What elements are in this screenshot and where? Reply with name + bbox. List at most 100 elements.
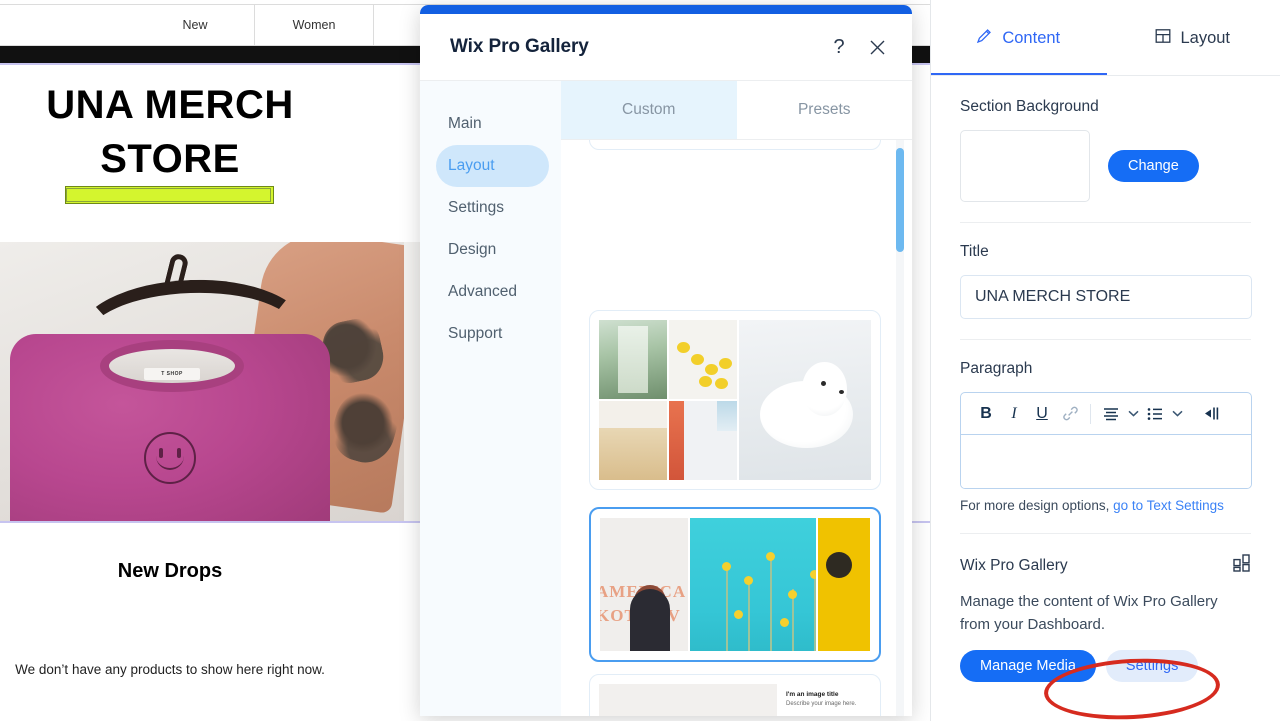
bullet-list-icon[interactable] — [1142, 401, 1168, 427]
dialog-title: Wix Pro Gallery — [450, 36, 589, 57]
thumb-caption-right: I'm an image title Describe your image h… — [786, 690, 880, 709]
layout-card-partial-above[interactable] — [589, 140, 881, 150]
dialog-main: Custom Presets KOT I'm an image title De… — [561, 81, 912, 716]
title-input[interactable]: UNA MERCH STORE — [960, 275, 1252, 319]
section-background-row: Change — [960, 130, 1251, 202]
paragraph-toolbar: B I U — [961, 393, 1251, 435]
layout-card-captioned-collage[interactable]: AMERICA KOT ENV I'm an image title Descr… — [589, 674, 881, 716]
pencil-icon — [976, 27, 993, 49]
nav-item-new[interactable]: New — [136, 4, 255, 46]
align-icon[interactable] — [1098, 401, 1124, 427]
sidebar-item-label: Layout — [448, 157, 495, 174]
title-field-label: Title — [960, 243, 989, 260]
dialog-body: Main Layout Settings Design Advanced Sup… — [420, 81, 912, 716]
sidebar-item-label: Design — [448, 241, 497, 258]
tab-content-label: Content — [1002, 28, 1061, 47]
sidebar-item-design[interactable]: Design — [436, 229, 549, 271]
paragraph-helper-text: For more design options, go to Text Sett… — [960, 498, 1251, 513]
tab-presets[interactable]: Presets — [737, 81, 913, 139]
sidebar-item-settings[interactable]: Settings — [436, 187, 549, 229]
thumb-image-building — [669, 401, 737, 480]
paragraph-textarea[interactable] — [961, 435, 1251, 488]
sidebar-item-main[interactable]: Main — [436, 103, 549, 145]
sidebar-item-label: Main — [448, 115, 482, 132]
thumb-image-america-sign: AMERICA KOT ENV — [600, 518, 688, 651]
paragraph-field-label: Paragraph — [960, 360, 1033, 377]
thumb-image-desert — [599, 401, 667, 480]
tab-custom[interactable]: Custom — [561, 81, 737, 139]
tab-content[interactable]: Content — [931, 0, 1106, 76]
hero-tshirt-photo: T SHOP — [0, 242, 404, 521]
site-hero-title: UNA MERCH STORE — [46, 83, 294, 181]
scrollbar-thumb[interactable] — [896, 148, 904, 252]
sidebar-item-layout[interactable]: Layout — [436, 145, 549, 187]
toolbar-separator-1 — [1090, 403, 1091, 424]
photo-shirt-tag: T SHOP — [144, 368, 200, 380]
dialog-tabs: Custom Presets — [561, 81, 912, 139]
italic-icon[interactable]: I — [1001, 401, 1027, 427]
text-settings-link[interactable]: go to Text Settings — [1113, 498, 1224, 513]
helper-prefix: For more design options, — [960, 498, 1114, 513]
help-icon[interactable]: ? — [824, 32, 854, 62]
divider-3 — [960, 533, 1251, 534]
caption-title: I'm an image title — [786, 691, 839, 698]
wix-pro-gallery-block: Wix Pro Gallery Manage the content of Wi… — [931, 554, 1280, 682]
thumb-image-yellow-flowers — [690, 518, 816, 651]
america-person-body — [630, 589, 670, 651]
link-icon[interactable] — [1057, 401, 1083, 427]
layout-card-grid-mosaic[interactable] — [589, 310, 881, 490]
gallery-settings-button[interactable]: Settings — [1105, 650, 1199, 682]
bold-icon[interactable]: B — [973, 401, 999, 427]
photo-shirt-collar — [100, 340, 244, 392]
panel-tabs: Content Layout — [931, 0, 1280, 76]
close-icon[interactable] — [862, 32, 892, 62]
thumb-grid-mosaic — [599, 320, 871, 480]
tab-layout-label: Layout — [1180, 28, 1231, 47]
thumb-image-america-large: AMERICA KOT ENV — [599, 684, 777, 716]
layout-grid-icon — [1155, 28, 1171, 49]
nav-item-women[interactable]: Women — [255, 4, 374, 46]
section-background-block: Section Background Change — [931, 76, 1280, 202]
screen-root: New Women UNA MERCH STORE T SHOP New Dro… — [0, 0, 1280, 721]
dialog-sidebar: Main Layout Settings Design Advanced Sup… — [420, 81, 561, 716]
wix-pro-gallery-dialog: Wix Pro Gallery ? Main Layout Settings D… — [420, 5, 912, 716]
nav-spacer-left — [0, 4, 136, 46]
dialog-accent-bar — [420, 5, 912, 14]
gallery-header: Wix Pro Gallery — [960, 554, 1251, 577]
active-tab-indicator — [931, 73, 1107, 76]
thumb-image-yellow-wall — [818, 518, 870, 651]
sidebar-item-label: Support — [448, 325, 503, 342]
title-block: Title UNA MERCH STORE — [931, 243, 1280, 319]
gallery-description: Manage the content of Wix Pro Gallery fr… — [960, 593, 1218, 633]
caption-description: Describe your image here. — [786, 700, 857, 707]
paragraph-editor: B I U — [960, 392, 1252, 489]
hero-title-selection-box[interactable] — [66, 188, 271, 202]
sidebar-item-advanced[interactable]: Advanced — [436, 271, 549, 313]
divider-1 — [960, 222, 1251, 223]
gallery-action-buttons: Manage Media Settings — [960, 650, 1251, 682]
change-background-button[interactable]: Change — [1108, 150, 1199, 182]
sidebar-item-support[interactable]: Support — [436, 313, 549, 355]
dialog-header: Wix Pro Gallery ? — [420, 14, 912, 81]
site-section-title: New Drops — [117, 560, 223, 582]
manage-media-button[interactable]: Manage Media — [960, 650, 1096, 682]
toolbar-separator-2 — [1191, 404, 1192, 424]
layout-card-three-panel-slider[interactable]: AMERICA KOT ENV — [589, 507, 881, 662]
fox-head — [802, 361, 848, 416]
gallery-title: Wix Pro Gallery — [960, 556, 1068, 574]
site-empty-state-text: We don’t have any products to show here … — [15, 662, 325, 677]
text-direction-icon[interactable] — [1199, 401, 1225, 427]
thumb-three-panel: AMERICA KOT ENV — [600, 518, 870, 651]
tab-layout[interactable]: Layout — [1106, 0, 1280, 76]
divider-2 — [960, 339, 1251, 340]
underline-icon[interactable]: U — [1029, 401, 1055, 427]
align-chevron-down-icon[interactable] — [1126, 401, 1140, 427]
sidebar-item-label: Advanced — [448, 283, 517, 300]
right-settings-panel: Content Layout Section Background Change — [930, 0, 1280, 721]
thumb-image-lemons — [669, 320, 737, 399]
background-preview-swatch[interactable] — [960, 130, 1090, 202]
fox-eye — [820, 380, 826, 386]
list-chevron-down-icon[interactable] — [1170, 401, 1184, 427]
layout-options-scroll-area[interactable]: AMERICA KOT ENV — [561, 140, 912, 716]
gallery-grid-icon[interactable] — [1233, 554, 1251, 577]
